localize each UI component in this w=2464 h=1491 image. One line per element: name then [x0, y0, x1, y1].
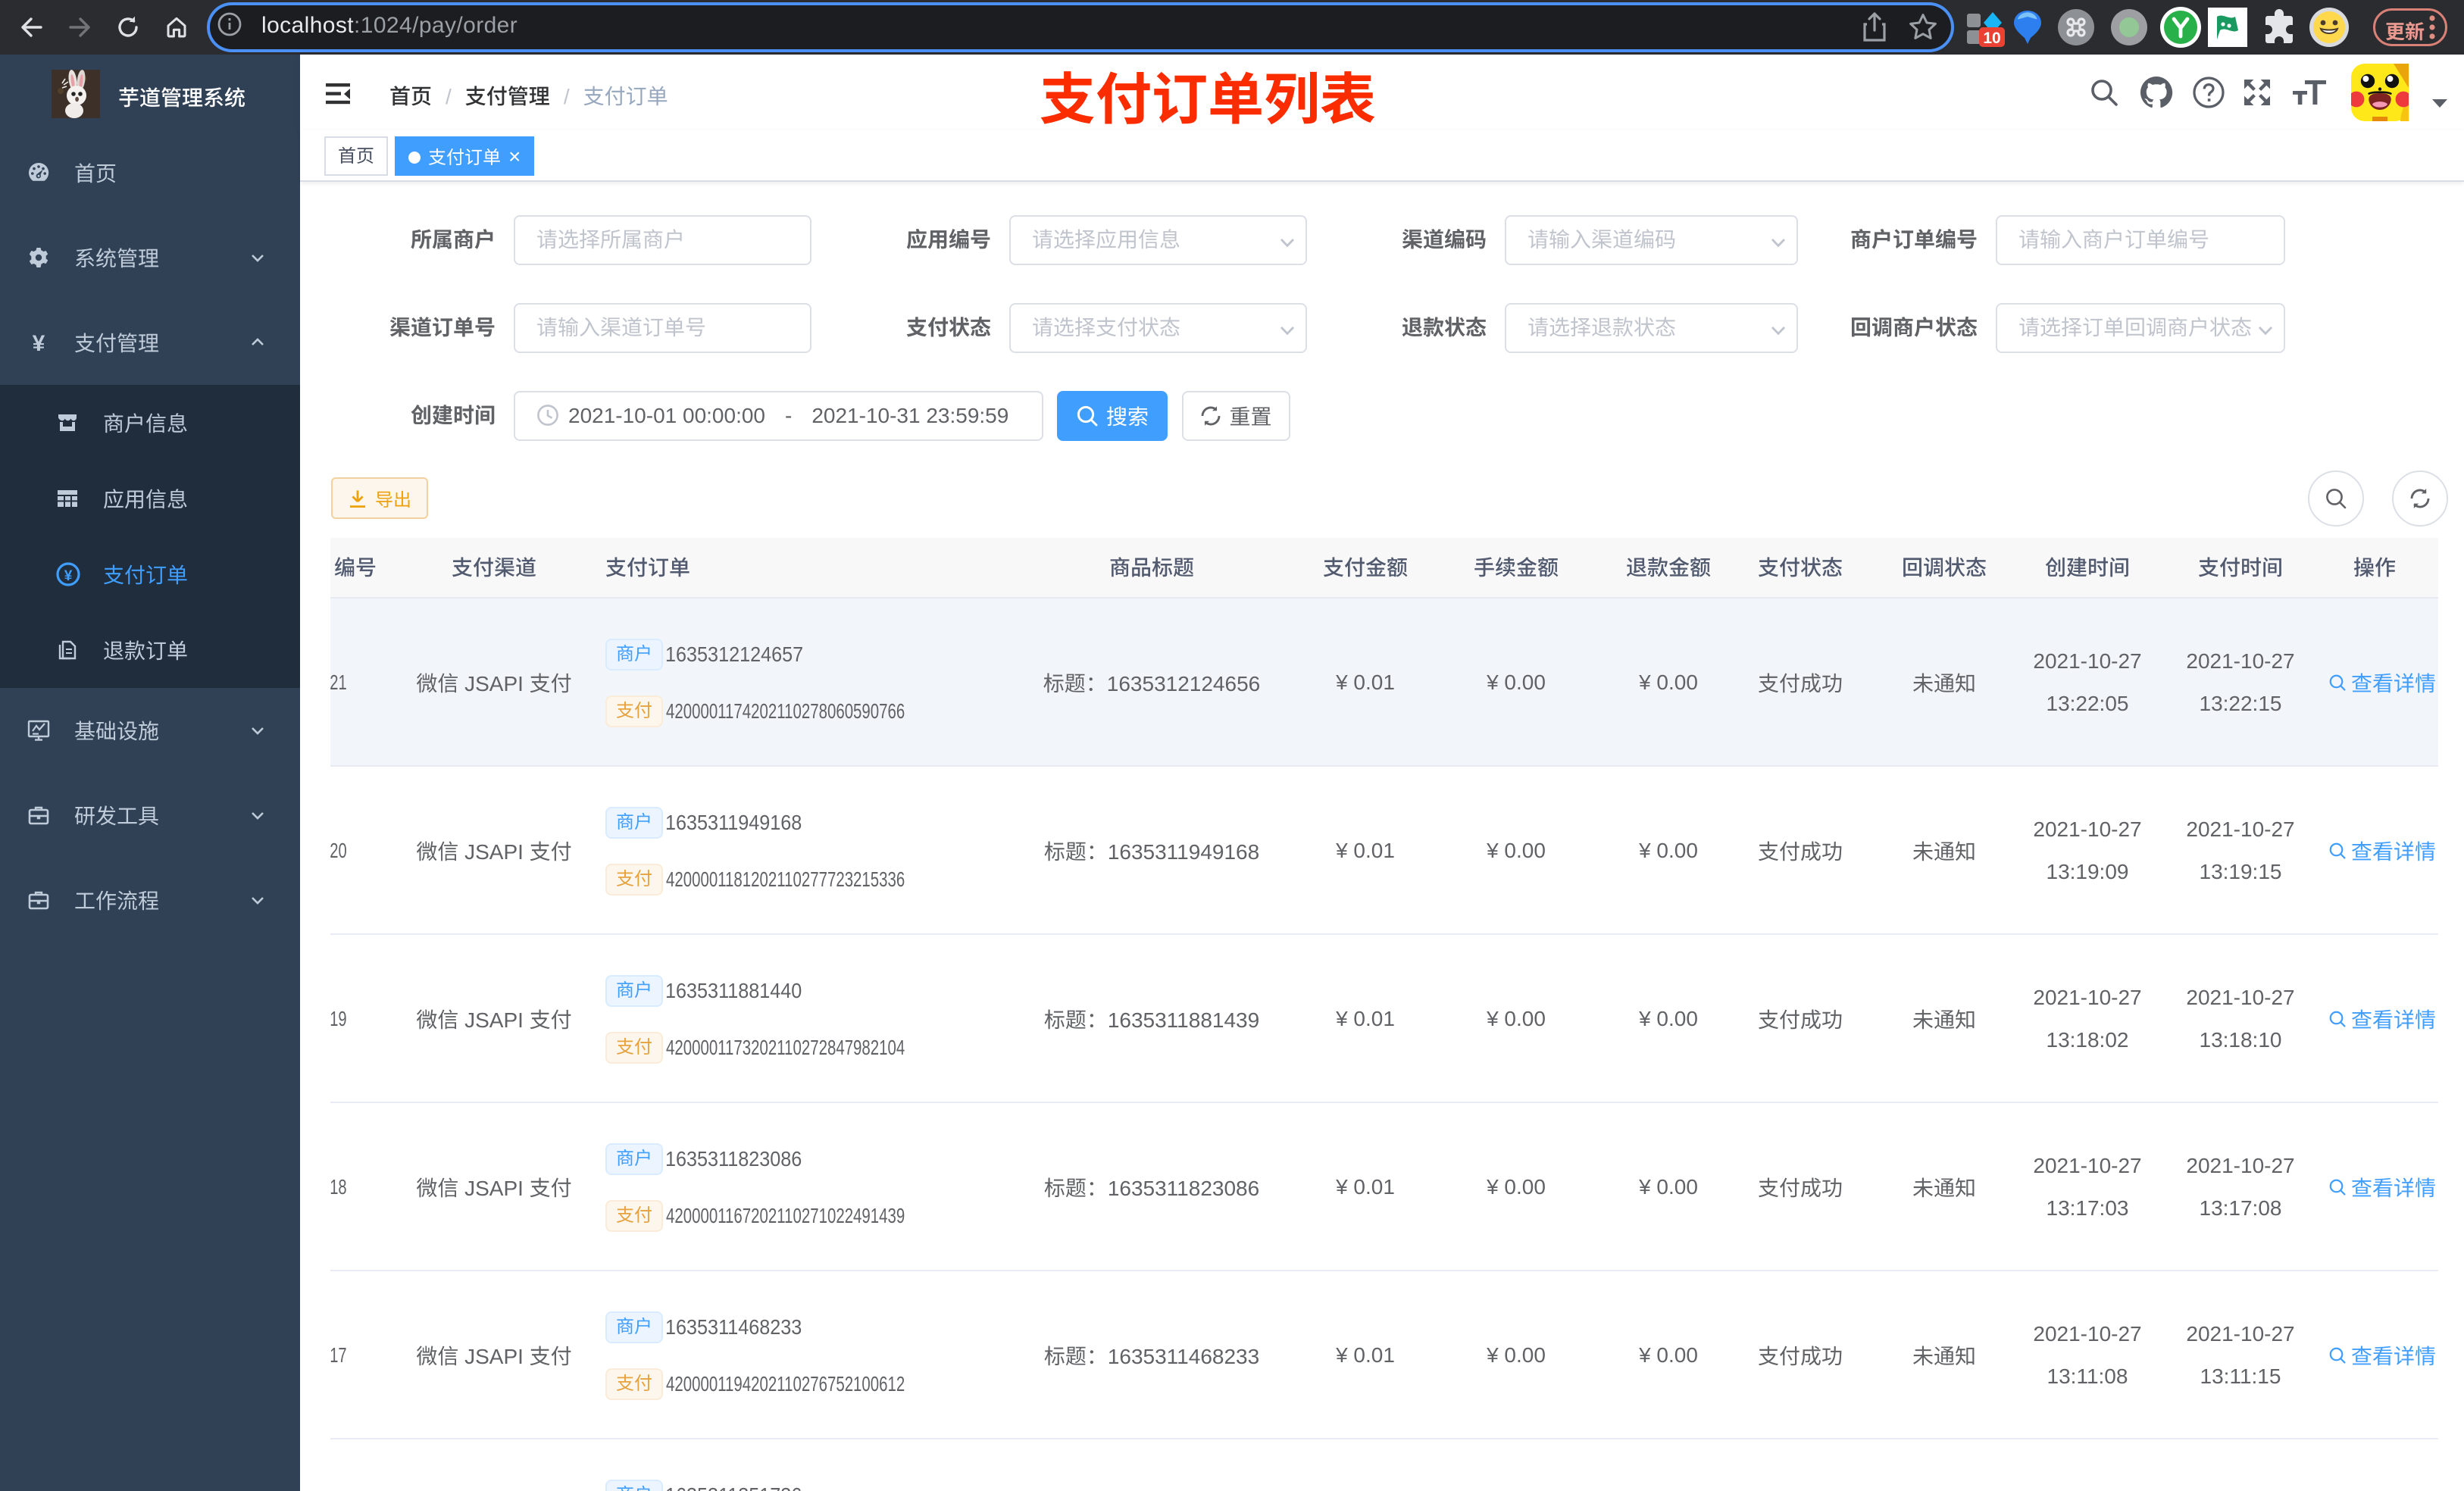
svg-text:¥: ¥: [33, 331, 45, 354]
svg-text:¥: ¥: [64, 568, 73, 584]
svg-text:10: 10: [1983, 30, 2000, 47]
